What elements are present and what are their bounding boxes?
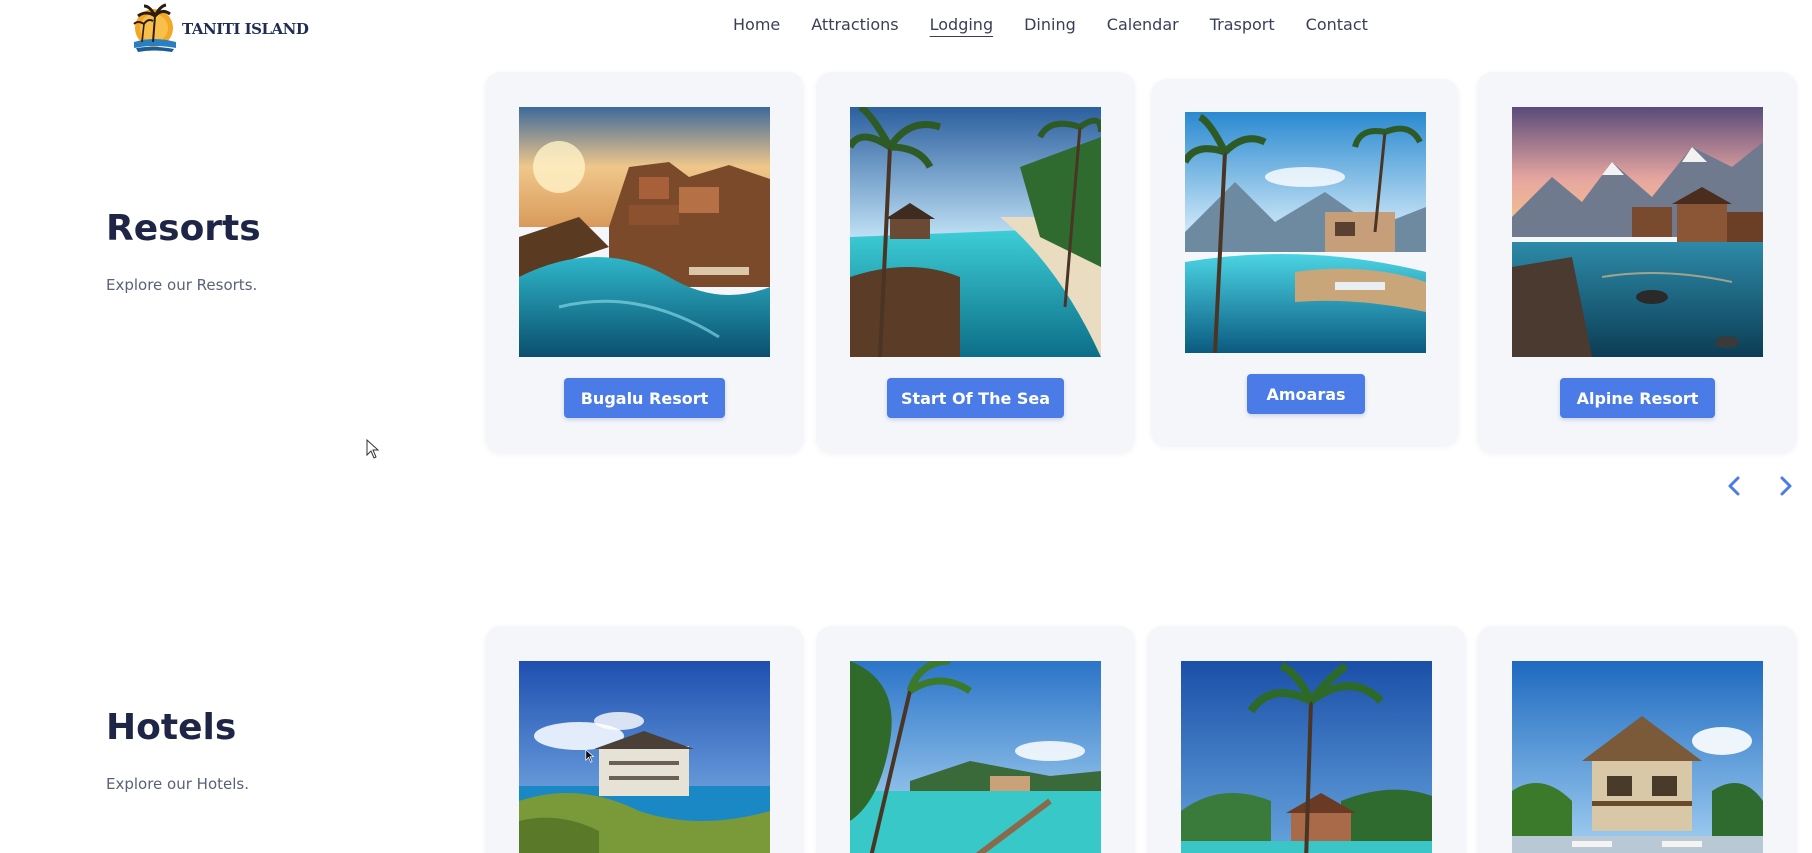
mouse-cursor-icon [585, 749, 595, 763]
nav-home[interactable]: Home [733, 15, 780, 34]
hotel-card [485, 626, 804, 853]
hotel-card [1147, 626, 1466, 853]
hotel-card [816, 626, 1135, 853]
resort-card: Amoaras [1151, 79, 1459, 447]
main-nav: Home Attractions Lodging Dining Calendar… [733, 15, 1368, 34]
hotel-thatched-villa-image[interactable] [1512, 661, 1763, 853]
resort-card: Start Of The Sea [816, 72, 1135, 454]
resort-pool-mountains-image[interactable] [1185, 112, 1426, 353]
hotel-card [1477, 626, 1797, 853]
mouse-cursor-icon [366, 439, 380, 459]
hotel-palm-beach-image[interactable] [1181, 661, 1432, 853]
nav-lodging[interactable]: Lodging [930, 15, 993, 34]
amoaras-button[interactable]: Amoaras [1247, 374, 1365, 414]
hotels-title: Hotels [106, 707, 237, 748]
bugalu-resort-button[interactable]: Bugalu Resort [564, 378, 725, 418]
resorts-subtitle: Explore our Resorts. [106, 276, 258, 294]
nav-contact[interactable]: Contact [1306, 15, 1368, 34]
nav-calendar[interactable]: Calendar [1107, 15, 1179, 34]
resorts-title: Resorts [106, 208, 261, 249]
hotel-pier-palms-image[interactable] [850, 661, 1101, 853]
logo[interactable]: TANITI ISLAND [126, 2, 309, 54]
resort-card: Alpine Resort [1477, 72, 1797, 454]
nav-attractions[interactable]: Attractions [811, 15, 898, 34]
alpine-lake-village-image[interactable] [1512, 107, 1763, 357]
hotels-subtitle: Explore our Hotels. [106, 775, 249, 793]
brand-name: TANITI ISLAND [182, 20, 309, 38]
palm-sunset-logo-icon [133, 3, 176, 52]
start-of-the-sea-button[interactable]: Start Of The Sea [887, 378, 1064, 418]
resort-pool-sunset-image[interactable] [519, 107, 770, 357]
resort-lagoon-palms-image[interactable] [850, 107, 1101, 357]
chevron-left-icon[interactable] [1723, 474, 1747, 498]
alpine-resort-button[interactable]: Alpine Resort [1560, 378, 1715, 418]
hotel-cliff-ocean-image[interactable] [519, 661, 770, 853]
chevron-right-icon[interactable] [1773, 474, 1797, 498]
nav-trasport[interactable]: Trasport [1210, 15, 1275, 34]
nav-dining[interactable]: Dining [1024, 15, 1076, 34]
resort-card: Bugalu Resort [485, 72, 804, 454]
site-header: TANITI ISLAND Home Attractions Lodging D… [0, 0, 1812, 56]
